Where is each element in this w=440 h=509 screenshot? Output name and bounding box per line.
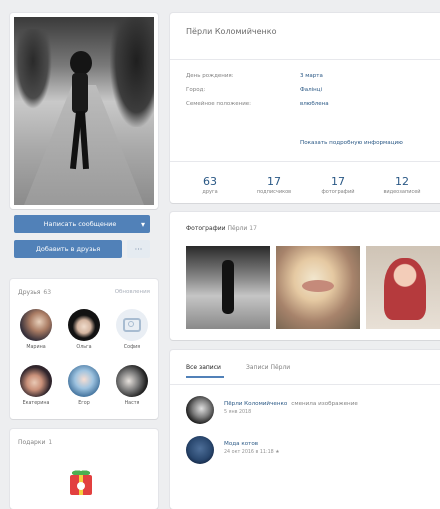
friend-name: Ольга xyxy=(76,345,92,350)
counter-label: видеозаписей xyxy=(383,189,421,195)
send-message-button[interactable]: Написать сообщение ▾ xyxy=(14,215,150,233)
photo-detail xyxy=(302,280,334,292)
counter-label: друга xyxy=(202,189,218,195)
counter-friends[interactable]: 63 друга xyxy=(180,175,240,195)
friend-item[interactable]: Егор xyxy=(64,365,104,406)
photo-trees-right xyxy=(110,17,154,127)
counter-videos[interactable]: 12 видеозаписей xyxy=(372,175,432,195)
avatar xyxy=(116,309,148,341)
counter-number: 17 xyxy=(331,175,345,188)
photos-owner: Пёрли xyxy=(227,225,248,232)
avatar xyxy=(68,309,100,341)
info-value[interactable]: 3 марта xyxy=(300,73,323,79)
post-author[interactable]: Пёрли Коломийченко сменила изображение xyxy=(224,401,358,407)
avatar[interactable] xyxy=(186,396,214,424)
photo-figure-body xyxy=(72,73,88,113)
info-value[interactable]: влюблена xyxy=(300,101,329,107)
post-date[interactable]: 5 янв 2018 xyxy=(224,410,251,415)
tab-all-posts[interactable]: Все записи xyxy=(186,364,221,371)
post-date[interactable]: 24 окт 2016 в 11:18 ★ xyxy=(224,450,280,455)
friends-count: 63 xyxy=(43,289,52,296)
gift-dot xyxy=(77,482,85,490)
friend-item[interactable]: Екатерина xyxy=(16,365,56,406)
counter-number: 63 xyxy=(203,175,217,188)
friend-item[interactable]: Ольга xyxy=(64,309,104,350)
photos-title: Фотографии xyxy=(186,225,226,232)
photos-heading[interactable]: Фотографии Пёрли 17 xyxy=(186,225,257,232)
counter-followers[interactable]: 17 подписчиков xyxy=(244,175,304,195)
friends-title: Друзья xyxy=(18,289,41,296)
gifts-count: 1 xyxy=(48,439,53,446)
friend-item[interactable]: Марина xyxy=(16,309,56,350)
divider xyxy=(170,161,440,162)
friend-item[interactable]: София xyxy=(112,309,152,350)
photo-thumbnail[interactable] xyxy=(276,246,360,329)
divider xyxy=(170,59,440,60)
photo-figure-head xyxy=(70,51,92,75)
friends-updates-link[interactable]: Обновления xyxy=(115,289,150,295)
counter-label: подписчиков xyxy=(256,189,292,195)
profile-photo[interactable] xyxy=(14,17,154,205)
photo-detail xyxy=(384,258,426,320)
photos-count: 17 xyxy=(249,225,257,232)
info-label: Семейное положение: xyxy=(186,101,252,107)
friends-heading[interactable]: Друзья 63 xyxy=(18,289,51,296)
gifts-block: Подарки 1 xyxy=(10,429,158,509)
active-tab-underline xyxy=(186,376,224,378)
counter-number: 17 xyxy=(267,175,281,188)
avatar[interactable] xyxy=(186,436,214,464)
post-author-name: Мода котов xyxy=(224,441,259,447)
profile-photo-card xyxy=(10,13,158,209)
post-action: сменила изображение xyxy=(291,401,358,407)
friend-name: Екатерина xyxy=(22,401,50,406)
photo-thumbnail[interactable] xyxy=(186,246,270,329)
friend-name: Егор xyxy=(78,401,90,406)
send-message-label: Написать сообщение xyxy=(43,220,117,228)
photo-figure xyxy=(222,260,234,314)
add-friend-button[interactable]: Добавить в друзья xyxy=(14,240,122,258)
photo-trees-left xyxy=(14,29,52,109)
friend-item[interactable]: Настя xyxy=(112,365,152,406)
gifts-heading[interactable]: Подарки 1 xyxy=(18,439,52,446)
tab-own-posts[interactable]: Записи Пёрли xyxy=(246,364,290,371)
more-dots-icon: ··· xyxy=(134,244,143,254)
friends-block: Друзья 63 Обновления Марина Ольга София Е… xyxy=(10,279,158,419)
info-label: Город: xyxy=(186,87,206,93)
dropdown-caret-icon[interactable]: ▾ xyxy=(136,220,150,229)
photo-thumbnail[interactable] xyxy=(366,246,440,329)
post-author[interactable]: Мода котов xyxy=(224,441,258,447)
counter-photos[interactable]: 17 фотографий xyxy=(308,175,368,195)
friend-name: Настя xyxy=(124,401,140,406)
info-value[interactable]: Фалінці xyxy=(300,87,322,93)
camera-icon xyxy=(123,318,141,332)
photos-block: Фотографии Пёрли 17 xyxy=(170,212,440,340)
friend-name: Марина xyxy=(26,345,46,350)
show-details-link[interactable]: Показать подробную информацию xyxy=(300,140,403,146)
gifts-title: Подарки xyxy=(18,439,46,446)
info-label: День рождения: xyxy=(186,73,234,79)
gift-icon[interactable] xyxy=(66,465,96,497)
post-author-name: Пёрли Коломийченко xyxy=(224,401,288,407)
avatar xyxy=(116,365,148,397)
add-friend-label: Добавить в друзья xyxy=(35,245,101,253)
friend-name: София xyxy=(123,345,141,350)
avatar xyxy=(68,365,100,397)
more-actions-button[interactable]: ··· xyxy=(127,240,150,258)
counter-label: фотографий xyxy=(321,189,355,195)
counter-number: 12 xyxy=(395,175,409,188)
avatar xyxy=(20,365,52,397)
profile-info-card: Пёрли Коломийченко День рождения: 3 март… xyxy=(170,13,440,203)
wall-block: Все записи Записи Пёрли Пёрли Коломийчен… xyxy=(170,350,440,509)
divider xyxy=(170,384,440,385)
profile-name: Пёрли Коломийченко xyxy=(186,27,277,36)
avatar xyxy=(20,309,52,341)
